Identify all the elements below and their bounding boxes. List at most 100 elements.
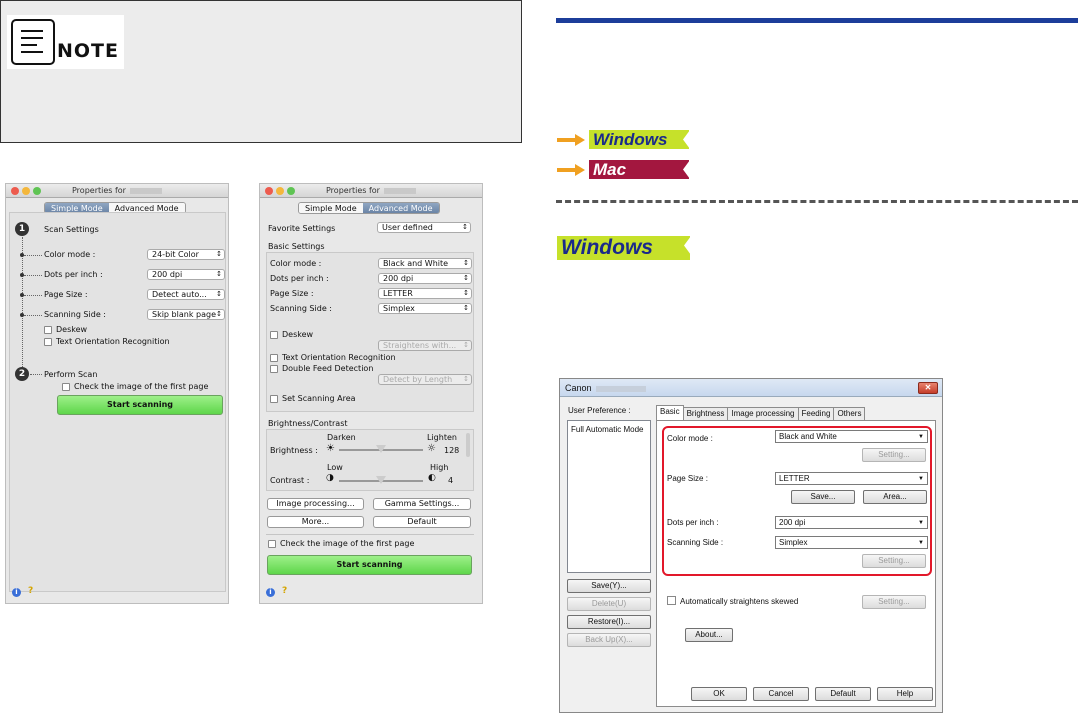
scanning-side-setting-button[interactable]: Setting...	[862, 554, 926, 568]
page-size-save-button[interactable]: Save...	[791, 490, 855, 504]
tab-basic[interactable]: Basic	[656, 405, 684, 420]
page-size-select[interactable]: LETTER	[775, 472, 928, 485]
page-size-area-button[interactable]: Area...	[863, 490, 927, 504]
tab-simple-mode[interactable]: Simple Mode	[299, 203, 363, 213]
high-label: High	[430, 463, 449, 472]
basic-settings-panel: Color mode : Black and White Dots per in…	[266, 252, 474, 412]
restore-preference-button[interactable]: Restore(I)...	[567, 615, 651, 629]
help-icon[interactable]: ?	[282, 586, 287, 596]
text-orientation-label: Text Orientation Recognition	[282, 353, 396, 362]
contrast-label: Contrast :	[270, 476, 310, 485]
about-button[interactable]: About...	[685, 628, 733, 642]
auto-skew-label: Automatically straightens skewed	[680, 597, 799, 606]
tab-image-processing[interactable]: Image processing	[727, 407, 799, 420]
check-first-page-checkbox[interactable]	[62, 383, 70, 391]
contrast-value: 4	[448, 476, 454, 485]
contrast-slider-knob[interactable]	[376, 476, 386, 484]
setting-label: Dots per inch :	[270, 274, 329, 283]
low-label: Low	[327, 463, 343, 472]
brightness-contrast-panel: Darken Lighten Brightness : ☀ ☼ 128 Low …	[266, 429, 474, 491]
info-icon[interactable]: i	[266, 588, 275, 597]
arrow-right-icon	[557, 164, 587, 176]
scanning-side-select[interactable]: Simplex	[378, 303, 472, 314]
mac-link[interactable]: Mac	[589, 160, 689, 179]
deskew-checkbox[interactable]	[44, 326, 52, 334]
color-mode-setting-button[interactable]: Setting...	[862, 448, 926, 462]
double-feed-checkbox[interactable]	[270, 365, 278, 373]
scan-area-label: Set Scanning Area	[282, 394, 356, 403]
step-number: 2	[15, 367, 29, 381]
windows-link[interactable]: Windows	[589, 130, 689, 149]
auto-skew-setting-button[interactable]: Setting...	[862, 595, 926, 609]
check-first-page-label: Check the image of the first page	[74, 382, 209, 391]
user-preference-label: User Preference :	[568, 406, 631, 415]
help-button[interactable]: Help	[877, 687, 933, 701]
page-size-select[interactable]: LETTER	[378, 288, 472, 299]
deskew-label: Deskew	[282, 330, 314, 339]
setting-label: Page Size :	[44, 290, 88, 299]
tab-advanced-mode[interactable]: Advanced Mode	[362, 203, 439, 213]
close-icon[interactable]: ✕	[918, 382, 938, 394]
deskew-option-select[interactable]: Straightens with...	[378, 340, 472, 351]
dpi-select[interactable]: 200 dpi	[378, 273, 472, 284]
window-title: Properties for	[72, 186, 126, 195]
image-processing-button[interactable]: Image processing...	[267, 498, 364, 510]
scan-area-checkbox[interactable]	[270, 395, 278, 403]
dpi-select[interactable]: 200 dpi	[147, 269, 225, 280]
dialog-title: Canon	[565, 383, 592, 393]
backup-preference-button[interactable]: Back Up(X)...	[567, 633, 651, 647]
default-button[interactable]: Default	[373, 516, 471, 528]
sun-dim-icon: ☀	[326, 443, 335, 454]
note-document-pencil-icon	[11, 19, 55, 65]
brightness-value: 128	[444, 446, 460, 455]
tab-feeding[interactable]: Feeding	[797, 407, 835, 420]
delete-preference-button[interactable]: Delete(U)	[567, 597, 651, 611]
text-orientation-checkbox[interactable]	[270, 354, 278, 362]
color-mode-select[interactable]: Black and White	[378, 258, 472, 269]
tab-others[interactable]: Others	[833, 407, 866, 420]
text-orientation-checkbox[interactable]	[44, 338, 52, 346]
help-icon[interactable]: ?	[28, 586, 33, 596]
setting-label: Page Size :	[270, 289, 314, 298]
more-button[interactable]: More...	[267, 516, 364, 528]
brightness-slider-knob[interactable]	[376, 445, 386, 453]
color-mode-label: Color mode :	[667, 434, 713, 443]
section-heading-bar	[556, 18, 1078, 23]
save-preference-button[interactable]: Save(Y)...	[567, 579, 651, 593]
setting-label: Scanning Side :	[44, 310, 106, 319]
gamma-settings-button[interactable]: Gamma Settings...	[373, 498, 471, 510]
color-mode-select[interactable]: Black and White	[775, 430, 928, 443]
double-feed-option-select[interactable]: Detect by Length	[378, 374, 472, 385]
page-size-select[interactable]: Detect auto...	[147, 289, 225, 300]
cancel-button[interactable]: Cancel	[753, 687, 809, 701]
deskew-checkbox[interactable]	[270, 331, 278, 339]
default-button[interactable]: Default	[815, 687, 871, 701]
text-orientation-label: Text Orientation Recognition	[56, 337, 170, 346]
color-mode-select[interactable]: 24-bit Color	[147, 249, 225, 260]
dpi-label: Dots per inch :	[667, 518, 719, 527]
scanning-side-select[interactable]: Simplex	[775, 536, 928, 549]
ok-button[interactable]: OK	[691, 687, 747, 701]
section-title: Perform Scan	[44, 370, 98, 379]
start-scanning-button[interactable]: Start scanning	[57, 395, 223, 415]
favorite-settings-select[interactable]: User defined	[377, 222, 471, 233]
settings-panel: 1 Scan Settings Color mode : 24-bit Colo…	[9, 212, 226, 592]
settings-tabs: Basic Brightness Image processing Feedin…	[656, 405, 866, 420]
auto-skew-checkbox[interactable]	[667, 596, 676, 605]
check-first-page-label: Check the image of the first page	[280, 539, 415, 548]
dialog-titlebar: Canon ✕	[560, 379, 942, 397]
info-icon[interactable]: i	[12, 588, 21, 597]
brightness-label: Brightness :	[270, 446, 318, 455]
contrast-high-icon: ◐	[428, 473, 436, 483]
user-preference-list[interactable]: Full Automatic Mode	[567, 420, 651, 573]
panel-scrollbar[interactable]	[466, 433, 470, 457]
scanning-side-select[interactable]: Skip blank page	[147, 309, 225, 320]
list-item[interactable]: Full Automatic Mode	[571, 425, 643, 434]
tab-brightness[interactable]: Brightness	[682, 407, 729, 420]
section-divider	[556, 200, 1078, 203]
dpi-select[interactable]: 200 dpi	[775, 516, 928, 529]
check-first-page-checkbox[interactable]	[268, 540, 276, 548]
step-number: 1	[15, 222, 29, 236]
window-title: Properties for	[326, 186, 380, 195]
start-scanning-button[interactable]: Start scanning	[267, 555, 472, 575]
